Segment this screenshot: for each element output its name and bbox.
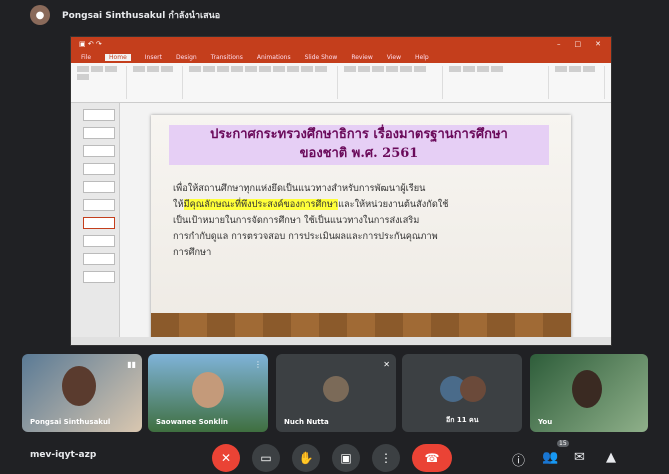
slide-body-line: เป็นเป้าหมายในการจัดการศึกษา ใช้เป็นแนวท… bbox=[173, 215, 420, 226]
tab-animations[interactable]: Animations bbox=[257, 54, 291, 61]
slide-thumbnail-selected[interactable] bbox=[83, 217, 115, 229]
slide-body-text: เพื่อให้สถานศึกษาทุกแห่งยึดเป็นแนวทางสำห… bbox=[173, 181, 553, 261]
more-vert-icon: ⋮ bbox=[380, 451, 392, 465]
slide-body-line: ให้มีคุณลักษณะที่พึงประสงค์ของการศึกษาแล… bbox=[173, 197, 553, 213]
participant-name: You bbox=[538, 418, 553, 426]
mic-toggle-button[interactable]: ✕ bbox=[212, 444, 240, 472]
leave-call-button[interactable]: ☎ bbox=[412, 444, 452, 472]
top-bar: ● Pongsai Sinthusakul กำลังนำเสนอ bbox=[0, 0, 669, 30]
camera-icon: ▭ bbox=[260, 451, 272, 465]
presenter-label: Pongsai Sinthusakul กำลังนำเสนอ bbox=[62, 11, 221, 21]
tab-help[interactable]: Help bbox=[415, 54, 429, 61]
slide-thumbnails-pane[interactable] bbox=[71, 103, 120, 345]
raise-hand-button[interactable]: ✋ bbox=[292, 444, 320, 472]
participant-avatar bbox=[460, 376, 486, 402]
participant-video bbox=[572, 370, 602, 408]
slide-body-line: เพื่อให้สถานศึกษาทุกแห่งยึดเป็นแนวทางสำห… bbox=[173, 183, 426, 194]
participant-video bbox=[192, 372, 224, 408]
more-options-button[interactable]: ⋮ bbox=[372, 444, 400, 472]
tab-insert[interactable]: Insert bbox=[145, 54, 162, 61]
participant-avatar bbox=[323, 376, 349, 402]
activities-icon[interactable]: ▲ bbox=[606, 450, 616, 465]
slide-body-segment: ให้ bbox=[173, 199, 184, 210]
slide-body-line: การศึกษา bbox=[173, 247, 212, 258]
slide-thumbnail[interactable] bbox=[83, 235, 115, 247]
ribbon-group-drawing[interactable] bbox=[449, 66, 549, 99]
tab-slide-show[interactable]: Slide Show bbox=[305, 54, 338, 61]
maximize-icon[interactable]: □ bbox=[575, 40, 582, 48]
close-icon[interactable]: ✕ bbox=[595, 40, 601, 48]
more-options-icon[interactable]: ⋮ bbox=[254, 360, 262, 369]
mic-muted-icon: ✕ bbox=[383, 360, 390, 369]
slide-highlighted-text: มีคุณลักษณะที่พึงประสงค์ของการศึกษา bbox=[183, 199, 339, 210]
slide-thumbnail[interactable] bbox=[83, 163, 115, 175]
slide-thumbnail[interactable] bbox=[83, 109, 115, 121]
ribbon-group-slides[interactable] bbox=[133, 66, 184, 99]
camera-toggle-button[interactable]: ▭ bbox=[252, 444, 280, 472]
slide-thumbnail[interactable] bbox=[83, 271, 115, 283]
ribbon-group-font[interactable] bbox=[189, 66, 338, 99]
slide-thumbnail[interactable] bbox=[83, 199, 115, 211]
ppt-status-bar bbox=[71, 337, 611, 345]
tab-file[interactable]: File bbox=[81, 54, 91, 61]
participant-tile[interactable]: ▮▮ Pongsai Sinthusakul bbox=[22, 354, 142, 432]
ribbon-group-paragraph[interactable] bbox=[344, 66, 444, 99]
others-tile[interactable]: อีก 11 คน bbox=[402, 354, 522, 432]
slide-thumbnail[interactable] bbox=[83, 253, 115, 265]
slide-body-segment: และให้หน่วยงานต้นสังกัดใช้ bbox=[338, 199, 449, 210]
participant-name: Nuch Nutta bbox=[284, 418, 329, 426]
slide-canvas[interactable]: ประกาศกระทรวงศึกษาธิการ เรื่องมาตรฐานการ… bbox=[151, 115, 571, 341]
tab-home[interactable]: Home bbox=[105, 53, 131, 61]
participant-tile[interactable]: ⋮ Saowanee Sonklin bbox=[148, 354, 268, 432]
slide-thumbnail[interactable] bbox=[83, 145, 115, 157]
participant-name: Pongsai Sinthusakul bbox=[30, 418, 111, 426]
slide-heading: ประกาศกระทรวงศึกษาธิการ เรื่องมาตรฐานการ… bbox=[169, 125, 549, 165]
bottom-bar: mev-iqyt-azp ✕ ▭ ✋ ▣ ⋮ ☎ ⓘ 👥 15 ✉ ▲ bbox=[0, 438, 669, 474]
slide-thumbnail[interactable] bbox=[83, 181, 115, 193]
minimize-icon[interactable]: – bbox=[557, 40, 561, 48]
hand-icon: ✋ bbox=[298, 451, 314, 465]
participant-tile[interactable]: ✕ Nuch Nutta bbox=[276, 354, 396, 432]
ppt-ribbon-tabs: File Home Insert Design Transitions Anim… bbox=[71, 51, 611, 63]
chat-icon[interactable]: ✉ bbox=[574, 450, 585, 465]
shared-screen: ▣ ↶ ↷ – □ ✕ File Home Insert Design Tran… bbox=[70, 36, 612, 346]
participant-count-badge: 15 bbox=[557, 440, 569, 447]
ppt-title-bar: ▣ ↶ ↷ – □ ✕ bbox=[71, 37, 611, 51]
mic-active-icon: ▮▮ bbox=[127, 360, 136, 369]
meeting-code: mev-iqyt-azp bbox=[30, 450, 97, 460]
ppt-quick-access-icon[interactable]: ▣ ↶ ↷ bbox=[79, 40, 102, 48]
participant-name: Saowanee Sonklin bbox=[156, 418, 228, 426]
tab-review[interactable]: Review bbox=[351, 54, 372, 61]
others-count-label: อีก 11 คน bbox=[446, 416, 479, 424]
tab-view[interactable]: View bbox=[387, 54, 401, 61]
slide-body-line: การกำกับดูแล การตรวจสอบ การประเมินผลและก… bbox=[173, 231, 438, 242]
presenter-avatar: ● bbox=[30, 5, 50, 25]
participant-video bbox=[62, 366, 96, 406]
slide-heading-line: ของชาติ พ.ศ. 2561 bbox=[299, 146, 419, 161]
phone-hangup-icon: ☎ bbox=[424, 451, 440, 465]
ppt-ribbon bbox=[71, 63, 611, 103]
self-view-tile[interactable]: You bbox=[530, 354, 648, 432]
tab-transitions[interactable]: Transitions bbox=[211, 54, 243, 61]
present-button[interactable]: ▣ bbox=[332, 444, 360, 472]
present-screen-icon: ▣ bbox=[340, 451, 352, 465]
ribbon-group-clipboard[interactable] bbox=[77, 66, 128, 99]
slide-thumbnail[interactable] bbox=[83, 127, 115, 139]
tab-design[interactable]: Design bbox=[176, 54, 197, 61]
ribbon-group-editing[interactable] bbox=[554, 66, 606, 99]
mic-off-icon: ✕ bbox=[220, 451, 232, 465]
people-icon[interactable]: 👥 bbox=[542, 450, 558, 465]
meeting-details-icon[interactable]: ⓘ bbox=[512, 450, 525, 469]
slide-heading-line: ประกาศกระทรวงศึกษาธิการ เรื่องมาตรฐานการ… bbox=[210, 127, 508, 142]
